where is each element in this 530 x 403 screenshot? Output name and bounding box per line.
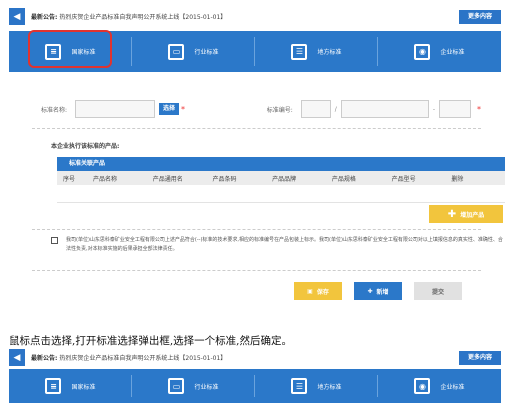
required-mark: * [181, 104, 186, 114]
highlight-box [28, 30, 112, 68]
declaration-text: 我司(单位)山东思科泰矿业安全工程有限公司上述产品符合(--)标准的技术要求,相… [66, 237, 503, 252]
submit-button[interactable]: 提交 [414, 282, 462, 300]
tab-label: 行业标准 [194, 49, 219, 56]
tab-enterprise-standard[interactable]: ◉ 企业标准 [378, 369, 501, 403]
briefcase-icon: ▭ [168, 378, 185, 394]
add-product-label: 增加产品 [460, 211, 485, 219]
form-actions: ▣ 保存 ✚ 新增 提交 [294, 282, 462, 300]
new-button[interactable]: ✚ 新增 [354, 282, 402, 300]
tab-label: 地方标准 [317, 49, 342, 56]
tab-label: 行业标准 [194, 383, 219, 391]
std-name-label: 标准名称: [41, 106, 68, 114]
announcement-bar: ◀ 最新公告: 热烈庆贺企业产品标准自我声明公开系统上线【2015-01-01】… [9, 349, 501, 366]
column-header: 产品通用名 [152, 175, 183, 183]
add-product-button[interactable]: ✚ 增加产品 [429, 205, 503, 223]
speaker-icon: ◀ [9, 349, 25, 366]
tab-industry-standard[interactable]: ▭ 行业标准 [132, 369, 255, 403]
divider [32, 128, 481, 129]
std-no-prefix-input[interactable] [300, 100, 331, 118]
instruction-text: 鼠标点击选择,打开标准选择弹出框,选择一个标准,然后确定。 [9, 335, 293, 347]
new-label: 新增 [376, 288, 389, 296]
product-table-header: 标准关联产品 [57, 157, 505, 171]
product-table-columns: 序号 产品名称 产品通用名 产品条码 产品品牌 产品规格 产品型号 删除 [57, 171, 505, 185]
document-list-icon: ☰ [291, 43, 308, 60]
more-content-button[interactable]: 更多内容 [458, 9, 501, 24]
divider [32, 229, 481, 230]
std-no-input[interactable] [340, 100, 429, 118]
user-search-icon: ◉ [414, 43, 431, 60]
std-no-label: 标准编号: [266, 106, 293, 114]
announcement-text[interactable]: 热烈庆贺企业产品标准自我声明公开系统上线【2015-01-01】 [59, 12, 226, 21]
plus-icon: ✚ [447, 208, 457, 220]
more-content-button[interactable]: 更多内容 [458, 350, 501, 365]
announcement-label: 最新公告: [31, 14, 58, 21]
slash-separator: / [334, 105, 337, 113]
tab-industry-standard[interactable]: ▭ 行业标准 [132, 31, 255, 72]
user-search-icon: ◉ [414, 378, 431, 394]
standard-form: 标准名称: 选择 * 标准编号: / - * 本企业执行该标准的产品: 标准关联… [9, 84, 505, 316]
tab-label: 企业标准 [440, 383, 465, 391]
column-header: 产品规格 [331, 175, 356, 183]
tab-label: 国家标准 [71, 383, 96, 391]
declaration: 我司(单位)山东思科泰矿业安全工程有限公司上述产品符合(--)标准的技术要求,相… [51, 236, 503, 254]
announcement-label: 最新公告: [31, 355, 58, 362]
tab-local-standard[interactable]: ☰ 地方标准 [255, 369, 378, 403]
column-header: 产品条码 [212, 175, 237, 183]
save-icon: ▣ [307, 287, 313, 295]
announcement-bar: ◀ 最新公告: 热烈庆贺企业产品标准自我声明公开系统上线【2015-01-01】… [9, 8, 501, 25]
std-name-input[interactable] [75, 100, 156, 118]
tab-label: 地方标准 [317, 383, 342, 391]
column-header: 产品型号 [391, 175, 416, 183]
column-header: 产品品牌 [272, 175, 297, 183]
document-list-icon: ☰ [291, 378, 308, 394]
required-mark: * [477, 104, 481, 114]
product-table-title: 标准关联产品 [57, 157, 505, 171]
dash-separator: - [432, 105, 435, 113]
std-year-input[interactable] [439, 100, 471, 118]
standard-row: 标准名称: 选择 * 标准编号: / - * [41, 100, 481, 118]
select-button[interactable]: 选择 [159, 103, 180, 115]
section-title: 本企业执行该标准的产品: [51, 143, 120, 150]
product-table-body [57, 185, 505, 203]
document-icon: ≡ [45, 378, 62, 394]
speaker-icon: ◀ [9, 8, 25, 25]
column-header: 删除 [451, 175, 464, 183]
divider [32, 270, 481, 271]
plus-icon: ✚ [367, 287, 373, 295]
standard-tabs: ≡ 国家标准 ▭ 行业标准 ☰ 地方标准 ◉ 企业标准 [9, 369, 501, 403]
briefcase-icon: ▭ [168, 43, 185, 60]
announcement-text[interactable]: 热烈庆贺企业产品标准自我声明公开系统上线【2015-01-01】 [59, 353, 226, 362]
column-header: 序号 [63, 175, 76, 183]
save-label: 保存 [316, 288, 329, 296]
save-button[interactable]: ▣ 保存 [294, 282, 342, 300]
tab-national-standard[interactable]: ≡ 国家标准 [9, 369, 132, 403]
tab-label: 企业标准 [440, 49, 465, 56]
column-header: 产品名称 [93, 175, 118, 183]
tab-local-standard[interactable]: ☰ 地方标准 [255, 31, 378, 72]
tab-enterprise-standard[interactable]: ◉ 企业标准 [378, 31, 501, 72]
agree-checkbox[interactable] [51, 237, 58, 244]
